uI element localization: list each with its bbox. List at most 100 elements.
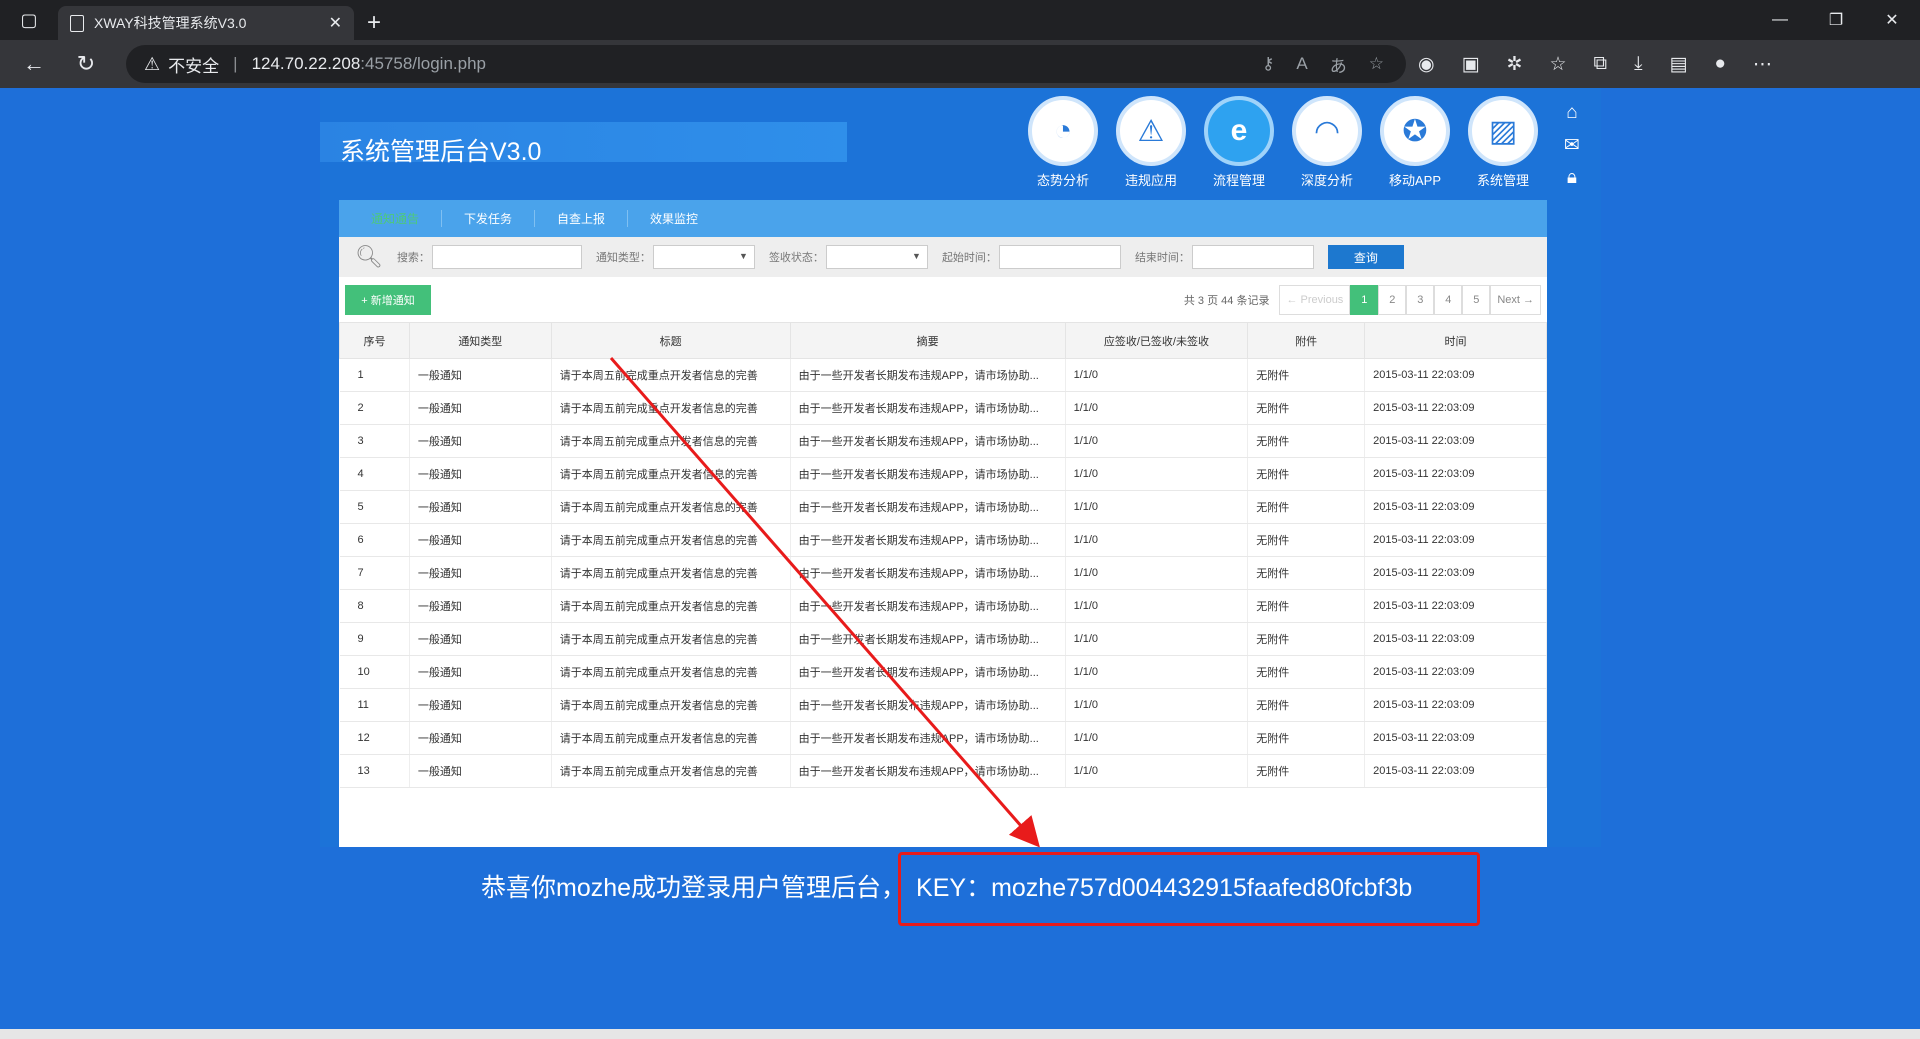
cell-type: 一般通知 (409, 655, 552, 689)
cell-sign-status: 1/1/0 (1065, 721, 1249, 755)
table-row[interactable]: 9 一般通知 请于本周五前完成重点开发者信息的完善 由于一些开发者长期发布违规APP，… (339, 622, 1547, 656)
minimize-icon[interactable]: — (1752, 0, 1808, 40)
module-system[interactable]: ▨ 系统管理 (1467, 96, 1539, 189)
cell-title: 请于本周五前完成重点开发者信息的完善 (551, 556, 791, 590)
page-5[interactable]: 5 (1462, 285, 1491, 315)
address-bar[interactable]: ⚠ 不安全 | 124.70.22.208:45758/login.php ⚷ … (126, 45, 1406, 83)
star-badge-icon: ✪ (1380, 96, 1450, 166)
search-icon: 🔍︎ (355, 244, 383, 269)
favorites-icon[interactable]: ☆ (1549, 53, 1566, 76)
right-edge (1547, 200, 1601, 847)
table-row[interactable]: 5 一般通知 请于本周五前完成重点开发者信息的完善 由于一些开发者长期发布违规APP，… (339, 490, 1547, 524)
home-icon[interactable]: ⌂ (1566, 102, 1577, 124)
reload-icon[interactable]: ↻ (62, 44, 110, 84)
tab-tasks[interactable]: 下发任务 (442, 210, 536, 227)
close-tab-icon[interactable]: ✕ (329, 13, 342, 33)
picture-icon: ▨ (1468, 96, 1538, 166)
cell-summary: 由于一些开发者长期发布违规APP，请市场协助... (790, 754, 1066, 788)
table-row[interactable]: 4 一般通知 请于本周五前完成重点开发者信息的完善 由于一些开发者长期发布违规APP，… (339, 457, 1547, 491)
col-type: 通知类型 (408, 322, 552, 359)
previous-button[interactable]: ← Previous (1279, 285, 1351, 315)
download-icon[interactable]: ⤓ (1634, 53, 1642, 75)
extension-icon[interactable]: ◉ (1418, 53, 1435, 76)
pie-chart-icon: ◔ (1028, 96, 1098, 166)
cell-index: 7 (339, 556, 410, 590)
table-row[interactable]: 3 一般通知 请于本周五前完成重点开发者信息的完善 由于一些开发者长期发布违规APP，… (339, 424, 1547, 458)
cell-sign-status: 1/1/0 (1065, 754, 1249, 788)
key-icon[interactable]: ⚷ (1262, 54, 1274, 74)
type-select[interactable]: ▼ (652, 245, 755, 269)
cell-type: 一般通知 (409, 622, 552, 656)
collections-icon[interactable]: ⧉ (1594, 53, 1608, 75)
table-row[interactable]: 11 一般通知 请于本周五前完成重点开发者信息的完善 由于一些开发者长期发布违规APP… (339, 688, 1547, 722)
close-window-icon[interactable]: ✕ (1864, 0, 1920, 40)
new-tab-button[interactable]: + (354, 6, 394, 40)
table-row[interactable]: 10 一般通知 请于本周五前完成重点开发者信息的完善 由于一些开发者长期发布违规APP… (339, 655, 1547, 689)
table-row[interactable]: 2 一般通知 请于本周五前完成重点开发者信息的完善 由于一些开发者长期发布违规APP，… (339, 391, 1547, 425)
sign-select[interactable]: ▼ (825, 245, 928, 269)
back-icon[interactable]: ← (10, 44, 58, 84)
cell-sign-status: 1/1/0 (1065, 424, 1249, 458)
cell-title: 请于本周五前完成重点开发者信息的完善 (551, 655, 791, 689)
table-row[interactable]: 1 一般通知 请于本周五前完成重点开发者信息的完善 由于一些开发者长期发布违规APP，… (339, 358, 1547, 392)
warning-icon[interactable]: ⚠ (144, 54, 160, 75)
cell-title: 请于本周五前完成重点开发者信息的完善 (551, 589, 791, 623)
cell-type: 一般通知 (409, 490, 552, 524)
tab-actions-icon[interactable]: ▢ (0, 0, 58, 40)
cell-index: 12 (339, 721, 410, 755)
cell-index: 9 (339, 622, 410, 656)
mail-icon[interactable]: ✉ (1564, 134, 1580, 157)
cell-time: 2015-03-11 22:03:09 (1364, 589, 1547, 623)
extensions-puzzle-icon[interactable]: ✲ (1507, 53, 1523, 76)
translate-icon[interactable]: あ (1330, 52, 1347, 77)
add-notice-button[interactable]: + 新增通知 (345, 285, 431, 315)
more-menu-icon[interactable]: ⋯ (1753, 53, 1772, 76)
favorite-add-icon[interactable]: ☆ (1369, 54, 1384, 74)
page-2[interactable]: 2 (1378, 285, 1407, 315)
extension-icon[interactable]: ▣ (1462, 53, 1480, 76)
module-label: 系统管理 (1476, 173, 1529, 188)
url-host: 124.70.22.208 (251, 54, 361, 73)
end-time-input[interactable] (1191, 245, 1314, 269)
cell-sign-status: 1/1/0 (1065, 556, 1249, 590)
restore-icon[interactable]: ❐ (1808, 0, 1864, 40)
cell-sign-status: 1/1/0 (1065, 655, 1249, 689)
module-deep-analysis[interactable]: ◠ 深度分析 (1291, 96, 1363, 189)
cell-index: 3 (339, 424, 410, 458)
cell-sign-status: 1/1/0 (1065, 589, 1249, 623)
screenshot-icon[interactable]: ▤ (1670, 53, 1688, 76)
page-icon (70, 14, 84, 32)
table-row[interactable]: 7 一般通知 请于本周五前完成重点开发者信息的完善 由于一些开发者长期发布违规APP，… (339, 556, 1547, 590)
query-button[interactable]: 查询 (1327, 245, 1404, 269)
tab-monitor[interactable]: 效果监控 (628, 210, 720, 227)
page-1[interactable]: 1 (1350, 285, 1379, 315)
lock-icon[interactable]: 🔒︎ (1567, 167, 1577, 189)
read-aloud-icon[interactable]: A (1296, 54, 1307, 74)
cell-attachment: 无附件 (1247, 457, 1366, 491)
window-controls: — ❐ ✕ (1752, 0, 1920, 40)
cell-index: 10 (339, 655, 410, 689)
search-input[interactable] (431, 245, 582, 269)
cell-time: 2015-03-11 22:03:09 (1364, 556, 1547, 590)
tab-notices[interactable]: 通知通告 (349, 210, 443, 227)
cell-index: 4 (339, 457, 410, 491)
page-4[interactable]: 4 (1434, 285, 1463, 315)
start-time-input[interactable] (998, 245, 1121, 269)
table-row[interactable]: 12 一般通知 请于本周五前完成重点开发者信息的完善 由于一些开发者长期发布违规APP… (339, 721, 1547, 755)
table-row[interactable]: 8 一般通知 请于本周五前完成重点开发者信息的完善 由于一些开发者长期发布违规APP，… (339, 589, 1547, 623)
page-3[interactable]: 3 (1406, 285, 1435, 315)
table-row[interactable]: 13 一般通知 请于本周五前完成重点开发者信息的完善 由于一些开发者长期发布违规APP… (339, 754, 1547, 788)
profile-avatar-icon[interactable]: ● (1714, 53, 1725, 75)
browser-tab[interactable]: XWAY科技管理系统V3.0 ✕ (58, 6, 354, 40)
module-violations[interactable]: ⚠ 违规应用 (1115, 96, 1187, 189)
cell-summary: 由于一些开发者长期发布违规APP，请市场协助... (790, 589, 1066, 623)
module-situation[interactable]: ◔ 态势分析 (1027, 96, 1099, 189)
tab-self-report[interactable]: 自查上报 (535, 210, 629, 227)
module-process[interactable]: e 流程管理 (1203, 96, 1275, 189)
cell-index: 13 (339, 754, 410, 788)
cell-time: 2015-03-11 22:03:09 (1364, 490, 1547, 524)
table-row[interactable]: 6 一般通知 请于本周五前完成重点开发者信息的完善 由于一些开发者长期发布违规APP，… (339, 523, 1547, 557)
module-mobile-app[interactable]: ✪ 移动APP (1379, 96, 1451, 189)
next-button[interactable]: Next → (1490, 285, 1541, 315)
security-label[interactable]: 不安全 (168, 52, 219, 77)
